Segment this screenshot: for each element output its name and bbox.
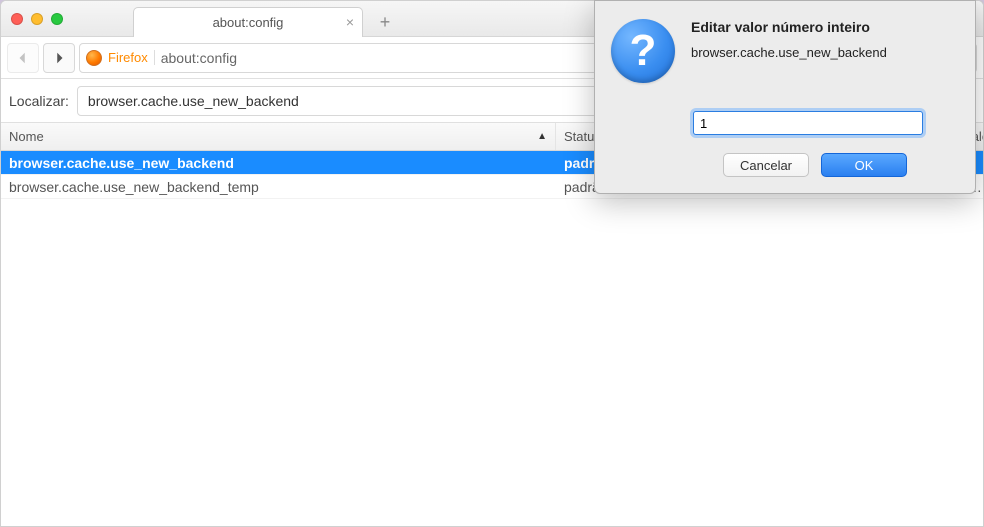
close-window-button[interactable] — [11, 13, 23, 25]
new-tab-button[interactable]: + — [371, 9, 399, 37]
ok-button[interactable]: OK — [821, 153, 907, 177]
arrow-right-icon — [52, 51, 66, 65]
url-text: about:config — [161, 50, 237, 66]
column-name-label: Nome — [9, 129, 44, 144]
integer-value-input[interactable] — [693, 111, 923, 135]
dialog-message: browser.cache.use_new_backend — [691, 45, 959, 60]
column-header-name[interactable]: Nome ▲ — [1, 123, 556, 150]
pref-name: browser.cache.use_new_backend — [1, 155, 556, 171]
identity-label: Firefox — [108, 50, 155, 65]
firefox-icon — [86, 50, 102, 66]
zoom-window-button[interactable] — [51, 13, 63, 25]
window-controls — [11, 13, 63, 25]
pref-name: browser.cache.use_new_backend_temp — [1, 179, 556, 195]
dialog-buttons: Cancelar OK — [611, 153, 959, 177]
tab-bar: about:config × + — [133, 1, 399, 37]
arrow-left-icon — [16, 51, 30, 65]
minimize-window-button[interactable] — [31, 13, 43, 25]
tab-about-config[interactable]: about:config × — [133, 7, 363, 37]
dialog-header: ? Editar valor número inteiro browser.ca… — [611, 19, 959, 83]
sort-ascending-icon: ▲ — [537, 131, 547, 142]
back-button[interactable] — [7, 43, 39, 73]
forward-button[interactable] — [43, 43, 75, 73]
tab-title: about:config — [213, 15, 284, 30]
pref-rows: browser.cache.use_new_backend padrão int… — [1, 151, 983, 526]
cancel-button[interactable]: Cancelar — [723, 153, 809, 177]
dialog-title: Editar valor número inteiro — [691, 19, 959, 35]
edit-integer-dialog: ? Editar valor número inteiro browser.ca… — [594, 0, 976, 194]
dialog-text-block: Editar valor número inteiro browser.cach… — [691, 19, 959, 60]
question-icon: ? — [611, 19, 675, 83]
close-tab-icon[interactable]: × — [346, 15, 354, 29]
filter-label: Localizar: — [9, 93, 69, 109]
